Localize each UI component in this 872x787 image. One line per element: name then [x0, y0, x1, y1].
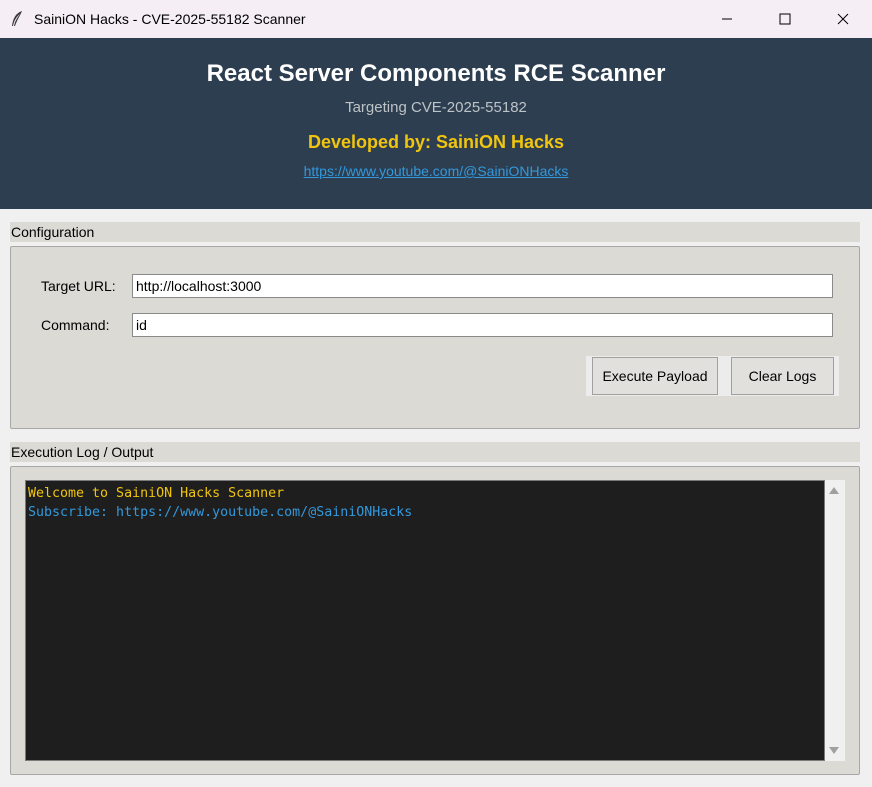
log-output[interactable]: Welcome to SainiON Hacks Scanner Subscri…: [25, 480, 825, 761]
minimize-button[interactable]: [698, 0, 756, 38]
configuration-section-label: Configuration: [10, 222, 860, 242]
developer-credit: Developed by: SainiON Hacks: [307, 132, 565, 152]
target-url-input[interactable]: [132, 274, 833, 298]
scroll-up-arrow-icon[interactable]: [825, 484, 843, 498]
command-label: Command:: [41, 317, 110, 333]
log-scrollbar[interactable]: [825, 480, 845, 761]
app-heading: React Server Components RCE Scanner: [206, 60, 666, 87]
close-icon: [837, 13, 849, 25]
feather-icon: [10, 10, 24, 28]
clear-logs-button[interactable]: Clear Logs: [731, 357, 834, 395]
maximize-icon: [779, 13, 791, 25]
title-bar: SainiON Hacks - CVE-2025-55182 Scanner: [0, 0, 872, 38]
close-button[interactable]: [814, 0, 872, 38]
scroll-down-arrow-icon[interactable]: [825, 743, 843, 757]
minimize-icon: [722, 18, 732, 20]
youtube-link[interactable]: https://www.youtube.com/@SainiONHacks: [0, 163, 872, 179]
log-frame: Welcome to SainiON Hacks Scanner Subscri…: [10, 466, 860, 775]
command-input[interactable]: [132, 313, 833, 337]
log-section-label: Execution Log / Output: [10, 442, 860, 462]
window-title: SainiON Hacks - CVE-2025-55182 Scanner: [34, 11, 306, 27]
window-controls: [698, 0, 872, 38]
log-line: Welcome to SainiON Hacks Scanner: [28, 486, 285, 501]
app-window: SainiON Hacks - CVE-2025-55182 Scanner R…: [0, 0, 872, 787]
execute-payload-button[interactable]: Execute Payload: [592, 357, 718, 395]
target-url-label: Target URL:: [41, 278, 116, 294]
maximize-button[interactable]: [756, 0, 814, 38]
app-subtitle: Targeting CVE-2025-55182: [345, 99, 527, 116]
log-line: Subscribe: https://www.youtube.com/@Sain…: [28, 505, 413, 520]
button-bar: Execute Payload Clear Logs: [586, 356, 839, 396]
header-banner: React Server Components RCE Scanner Targ…: [0, 38, 872, 209]
configuration-frame: Target URL: Command: Execute Payload Cle…: [10, 246, 860, 429]
